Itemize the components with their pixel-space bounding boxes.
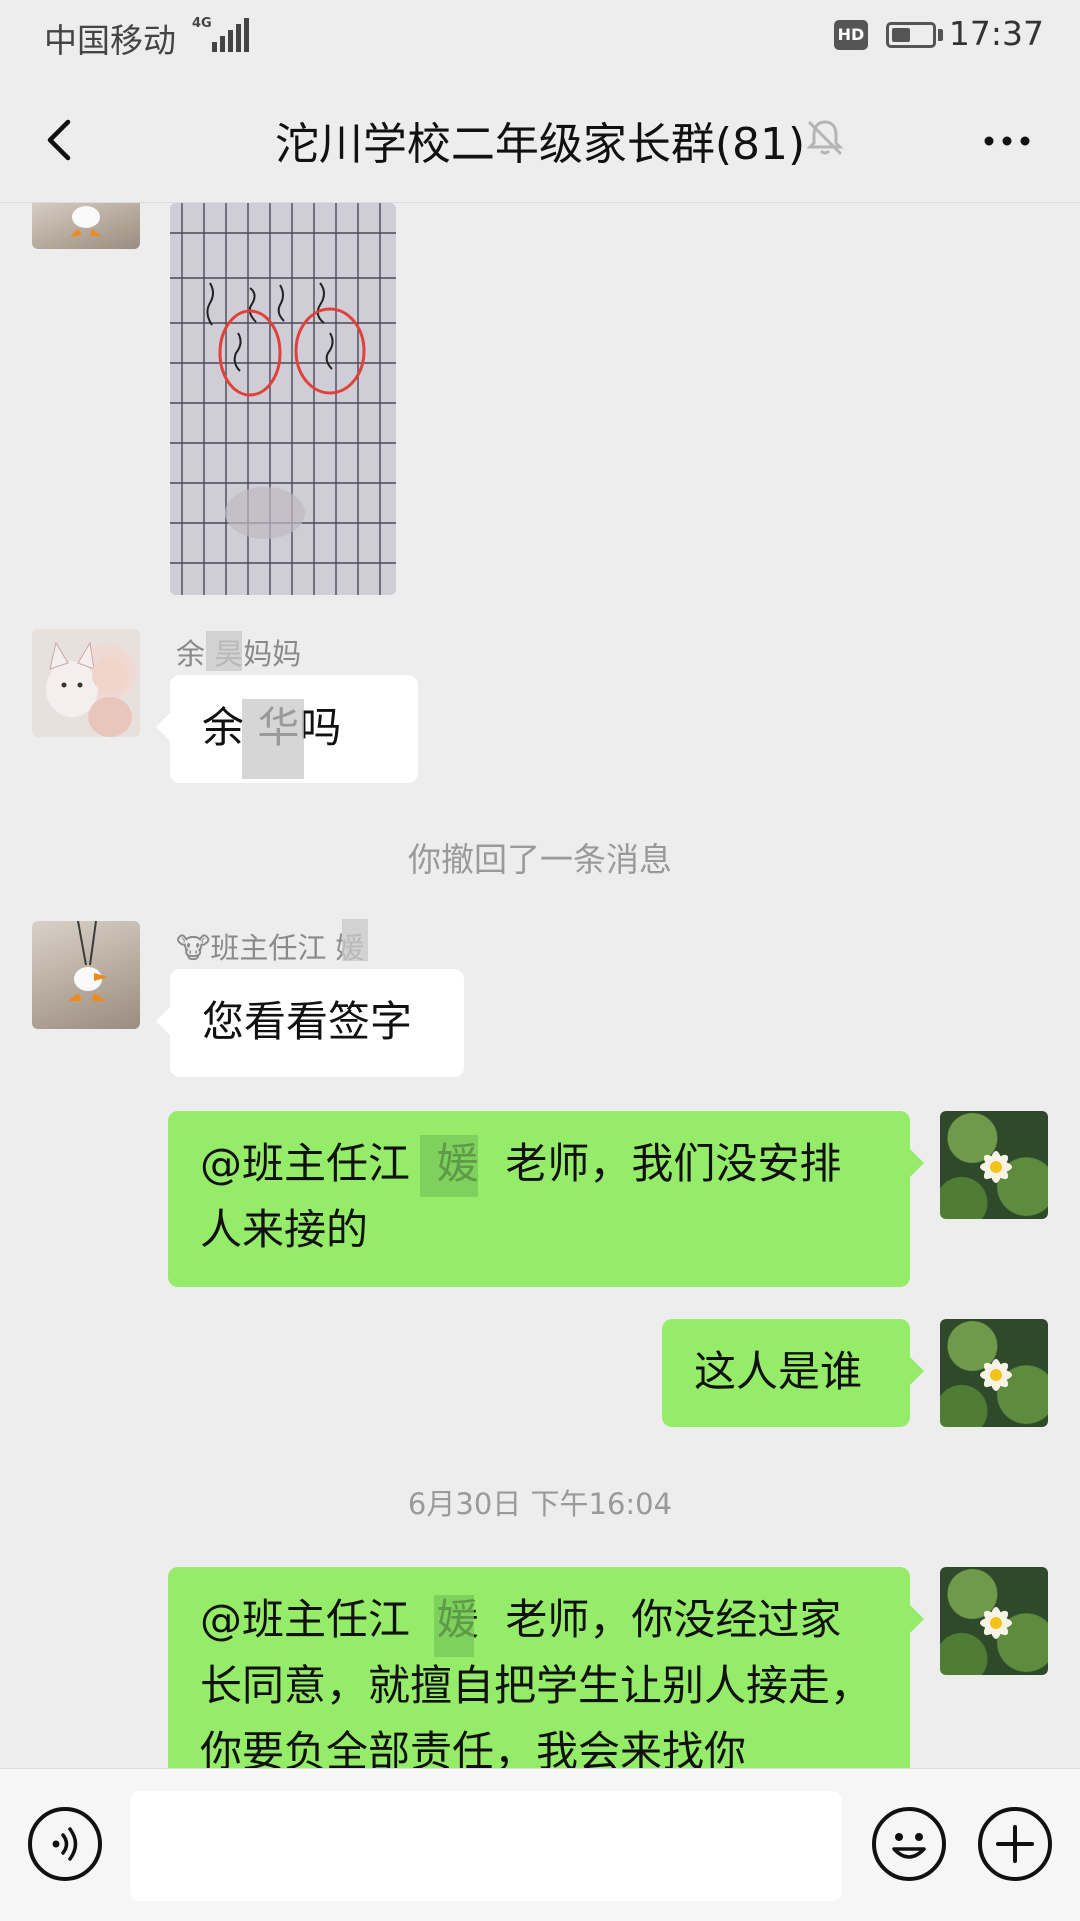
shared-image[interactable]	[170, 203, 396, 595]
more-options-button[interactable]	[972, 106, 1042, 176]
message-bubble[interactable]: 这人是谁	[662, 1319, 924, 1427]
redaction-mask	[434, 1595, 474, 1657]
message-list[interactable]: 余 昊妈妈 余 华吗 你撤回了一条消息 🐮班主任江 媛 您看看签字	[0, 203, 1080, 1768]
cow-emoji-icon: 🐮	[176, 931, 211, 965]
self-avatar[interactable]	[940, 1567, 1048, 1675]
signal-icon	[212, 18, 249, 52]
chat-header: 沱川学校二年级家长群(81)	[0, 74, 1080, 203]
sender-name: 🐮班主任江 媛	[176, 925, 365, 967]
message-timestamp: 6月30日 下午16:04	[407, 1487, 673, 1521]
voice-icon	[52, 1827, 78, 1861]
carrier-name: 中国移动	[44, 21, 176, 60]
sender-avatar[interactable]	[32, 203, 140, 249]
redaction-mask	[242, 699, 304, 779]
self-avatar[interactable]	[940, 1319, 1048, 1427]
redaction-mask	[342, 919, 368, 961]
more-actions-button[interactable]	[978, 1807, 1052, 1881]
redaction-mask	[206, 631, 242, 671]
message-bubble[interactable]: @班主任江 媛 老师，你没经过家长同意，就擅自把学生让别人接走，你要负全部责任，…	[168, 1567, 924, 1768]
more-horizontal-icon	[984, 136, 1030, 146]
self-avatar[interactable]	[940, 1111, 1048, 1219]
status-time: 17:37	[948, 14, 1044, 53]
message-text: @班主任江 媛 老师，你没经过家长同意，就擅自把学生让别人接走，你要负全部责任，…	[200, 1595, 873, 1768]
message-text: 这人是谁	[694, 1347, 863, 1396]
message-text: 您看看签字	[202, 997, 413, 1046]
hd-voice-badge: HD	[834, 20, 868, 50]
message-input[interactable]	[130, 1791, 842, 1901]
voice-input-button[interactable]	[28, 1807, 102, 1881]
emoji-button[interactable]	[872, 1807, 946, 1881]
bell-off-icon	[802, 114, 848, 160]
message-bubble[interactable]: @班主任江 媛 老师，我们没安排人来接的	[168, 1111, 924, 1287]
network-type: 4G	[192, 16, 212, 31]
message-bubble[interactable]: 您看看签字	[156, 969, 464, 1077]
sender-avatar[interactable]	[32, 629, 140, 737]
battery-cap	[938, 29, 943, 41]
emoji-icon	[892, 1833, 926, 1859]
sender-avatar[interactable]	[32, 921, 140, 1029]
input-bar	[0, 1768, 1080, 1921]
chat-title: 沱川学校二年级家长群(81)	[274, 119, 806, 170]
battery-icon	[886, 22, 936, 48]
plus-icon	[996, 1825, 1034, 1863]
status-bar: 中国移动 4G HD 17:37	[0, 0, 1080, 74]
redaction-mask	[420, 1135, 478, 1197]
message-text: @班主任江 媛 老师，我们没安排人来接的	[200, 1139, 842, 1254]
recalled-message-notice: 你撤回了一条消息	[408, 840, 672, 879]
